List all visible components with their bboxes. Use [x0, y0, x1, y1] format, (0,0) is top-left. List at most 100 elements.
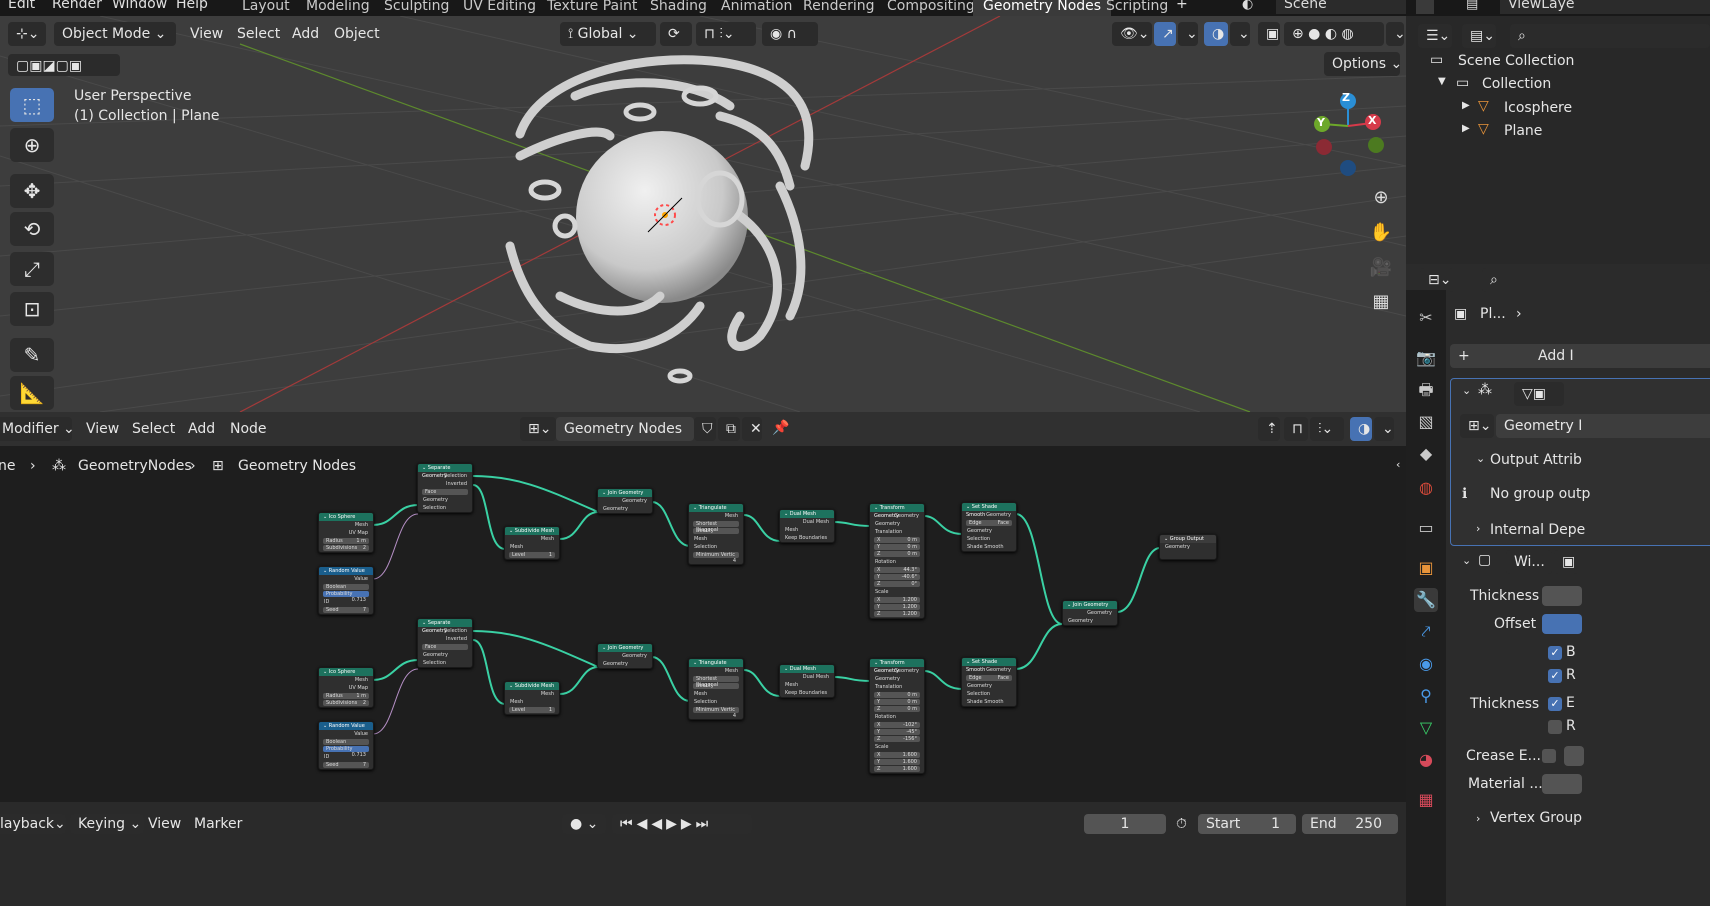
ico-sphere-node[interactable]: ⌄ Ico Sphere Mesh UV Map Radius 1 m Subdivisi…: [318, 512, 374, 553]
transform-tool-icon[interactable]: ⊡: [10, 292, 54, 326]
tab-rendering[interactable]: Rendering: [793, 0, 885, 16]
menu-edit[interactable]: Edit: [8, 0, 35, 12]
node-row[interactable]: Shortest Diagonal: [693, 521, 739, 533]
checkbox-even[interactable]: ✓: [1548, 697, 1562, 711]
physics-properties-icon[interactable]: ◉: [1414, 652, 1438, 676]
separate-geometry-node[interactable]: ⌄ Separate Geometry Selection Inverted Face…: [417, 463, 473, 513]
expand-chevron-icon[interactable]: ▶: [1462, 100, 1470, 111]
rotate-tool-icon[interactable]: ⟲: [10, 212, 54, 246]
gizmo-dropdown-icon[interactable]: ⌄: [1178, 22, 1198, 46]
vertex-group-label[interactable]: Vertex Group: [1490, 810, 1582, 826]
node-editor-canvas[interactable]: ne › ⁂ GeometryNodes › ⊞ Geometry Nodes …: [0, 446, 1406, 802]
particles-properties-icon[interactable]: ⤤: [1414, 620, 1438, 644]
parent-node-tree-icon[interactable]: ⇡: [1258, 417, 1280, 441]
menu-window[interactable]: Window: [112, 0, 167, 12]
outliner-item-icosphere[interactable]: Icosphere: [1504, 100, 1572, 116]
node-menu-add[interactable]: Add: [188, 421, 215, 437]
node-row[interactable]: Seed 7: [323, 607, 369, 613]
checkbox-relative[interactable]: [1548, 720, 1562, 734]
snap-node-icon[interactable]: ⊓: [1284, 417, 1308, 441]
set-shade-smooth-node[interactable]: ⌄ Set Shade Smooth Geometry Edge Face Geomet…: [961, 657, 1017, 707]
node-row[interactable]: Probability 0.713: [323, 746, 369, 758]
node-group-field[interactable]: Geometry I: [1496, 414, 1710, 438]
gizmo-x-label[interactable]: X: [1368, 114, 1376, 127]
node-row[interactable]: Z 1.600: [874, 766, 920, 772]
keying-dropdown[interactable]: Keying ⌄: [70, 814, 144, 834]
playback-controls[interactable]: ⏮◀◀▶▶⏭: [612, 814, 752, 834]
outliner-search-icon[interactable]: ⌕: [1510, 24, 1710, 48]
ortho-grid-icon[interactable]: ▦: [1366, 287, 1396, 317]
collection-label[interactable]: Collection: [1482, 76, 1551, 92]
add-workspace-button[interactable]: +: [1176, 0, 1188, 12]
ico-sphere-node[interactable]: ⌄ Ico Sphere Mesh UV Map Radius 1 m Subdivisi…: [318, 667, 374, 708]
snap-icon[interactable]: ⊓ ⫶⌄: [696, 22, 756, 46]
node-row[interactable]: Probability 0.713: [323, 591, 369, 603]
overlay-toggle-icon[interactable]: ◑: [1204, 22, 1228, 46]
output-properties-icon[interactable]: 🖶: [1414, 378, 1438, 402]
expand-chevron-icon[interactable]: ⌄: [1476, 452, 1485, 465]
tab-scripting[interactable]: Scripting: [1096, 0, 1178, 16]
node-row[interactable]: X 0 m: [874, 537, 920, 543]
offset-slider[interactable]: [1542, 614, 1582, 634]
node-tree-name-field[interactable]: Geometry Nodes: [556, 417, 694, 441]
world-properties-icon[interactable]: ◍: [1414, 476, 1438, 500]
new-scene-icon[interactable]: [1416, 0, 1434, 14]
set-shade-smooth-node[interactable]: ⌄ Set Shade Smooth Geometry Edge Face Geomet…: [961, 502, 1017, 552]
node-row[interactable]: Edge Face: [966, 520, 1012, 526]
node-row[interactable]: Y 0 m: [874, 699, 920, 705]
visibility-icon[interactable]: 👁⌄: [1112, 22, 1152, 46]
tab-texture-paint[interactable]: Texture Paint: [537, 0, 647, 16]
pin-icon[interactable]: 📌: [772, 420, 789, 436]
transform-geometry-node[interactable]: ⌄ Transform Geometry Geometry Geometry Tran…: [869, 658, 925, 774]
checkbox-replace[interactable]: ✓: [1548, 669, 1562, 683]
collapse-chevron-icon[interactable]: ⌄: [1462, 384, 1471, 397]
constraint-properties-icon[interactable]: ⚲: [1414, 684, 1438, 708]
add-modifier-button[interactable]: + Add I: [1450, 344, 1710, 368]
scene-properties-icon[interactable]: ◆: [1414, 442, 1438, 466]
node-row[interactable]: Z 1.200: [874, 611, 920, 617]
node-row[interactable]: Subdivisions 2: [323, 700, 369, 706]
orientation-dropdown[interactable]: ⟟ Global ⌄: [560, 22, 656, 46]
material-offset-field[interactable]: [1542, 774, 1582, 794]
random-value-node[interactable]: ⌄ Random Value Value Boolean Probability 0.7…: [318, 566, 374, 615]
view-layer-properties-icon[interactable]: ▧: [1414, 410, 1438, 434]
tab-compositing[interactable]: Compositing: [877, 0, 985, 16]
node-row[interactable]: Radius 1 m: [323, 693, 369, 699]
move-tool-icon[interactable]: ✥: [10, 174, 54, 208]
node-row[interactable]: X 1.600: [874, 752, 920, 758]
tab-modeling[interactable]: Modeling: [296, 0, 380, 16]
node-row[interactable]: Shortest Diagonal: [693, 676, 739, 688]
menu-render[interactable]: Render: [52, 0, 102, 12]
node-overlay-dropdown-icon[interactable]: ⌄: [1374, 417, 1394, 441]
subdivide-mesh-node[interactable]: ⌄ Subdivide Mesh Mesh Mesh Level 1: [504, 526, 560, 560]
material-properties-icon[interactable]: ◕: [1414, 748, 1438, 772]
fake-user-shield-icon[interactable]: ⛉: [694, 417, 716, 441]
outliner-type-icon[interactable]: ☰⌄: [1418, 24, 1452, 48]
tab-layout[interactable]: Layout: [232, 0, 300, 16]
internal-dependencies-label[interactable]: Internal Depe: [1490, 522, 1585, 538]
node-menu-view[interactable]: View: [86, 421, 119, 437]
triangulate-node[interactable]: ⌄ TriangulateMeshShortest DiagonalBeauty…: [688, 658, 744, 720]
wireframe-modifier-name[interactable]: Wi...: [1506, 550, 1552, 574]
node-overlay-icon[interactable]: ◑: [1350, 417, 1372, 441]
shading-dropdown-icon[interactable]: ⌄: [1386, 22, 1406, 46]
node-row[interactable]: Y -45°: [874, 729, 920, 735]
modifier-properties-icon[interactable]: 🔧: [1414, 588, 1438, 612]
node-menu-select[interactable]: Select: [132, 421, 175, 437]
camera-view-icon[interactable]: 🎥: [1366, 253, 1396, 283]
triangulate-node[interactable]: ⌄ TriangulateMeshShortest DiagonalBeauty…: [688, 503, 744, 565]
join-geometry-node-final[interactable]: ⌄ Join Geometry Geometry Geometry: [1062, 600, 1118, 626]
tab-geometry-nodes[interactable]: Geometry Nodes: [973, 0, 1112, 16]
scale-tool-icon[interactable]: ⤢: [10, 252, 54, 286]
node-row[interactable]: X 1.200: [874, 597, 920, 603]
viewport-menu-view[interactable]: View: [190, 26, 223, 42]
expand-chevron-icon[interactable]: ›: [1476, 522, 1480, 535]
node-row[interactable]: Face: [422, 644, 468, 650]
node-row[interactable]: Y 1.200: [874, 604, 920, 610]
properties-search-icon[interactable]: ⌕: [1482, 268, 1710, 292]
timeline-menu-marker[interactable]: Marker: [194, 816, 242, 832]
end-frame-field[interactable]: End 250: [1302, 814, 1398, 834]
timeline-menu-view[interactable]: View: [148, 816, 181, 832]
subdivide-mesh-node[interactable]: ⌄ Subdivide Mesh Mesh Mesh Level 1: [504, 681, 560, 715]
node-row[interactable]: Z 0°: [874, 581, 920, 587]
